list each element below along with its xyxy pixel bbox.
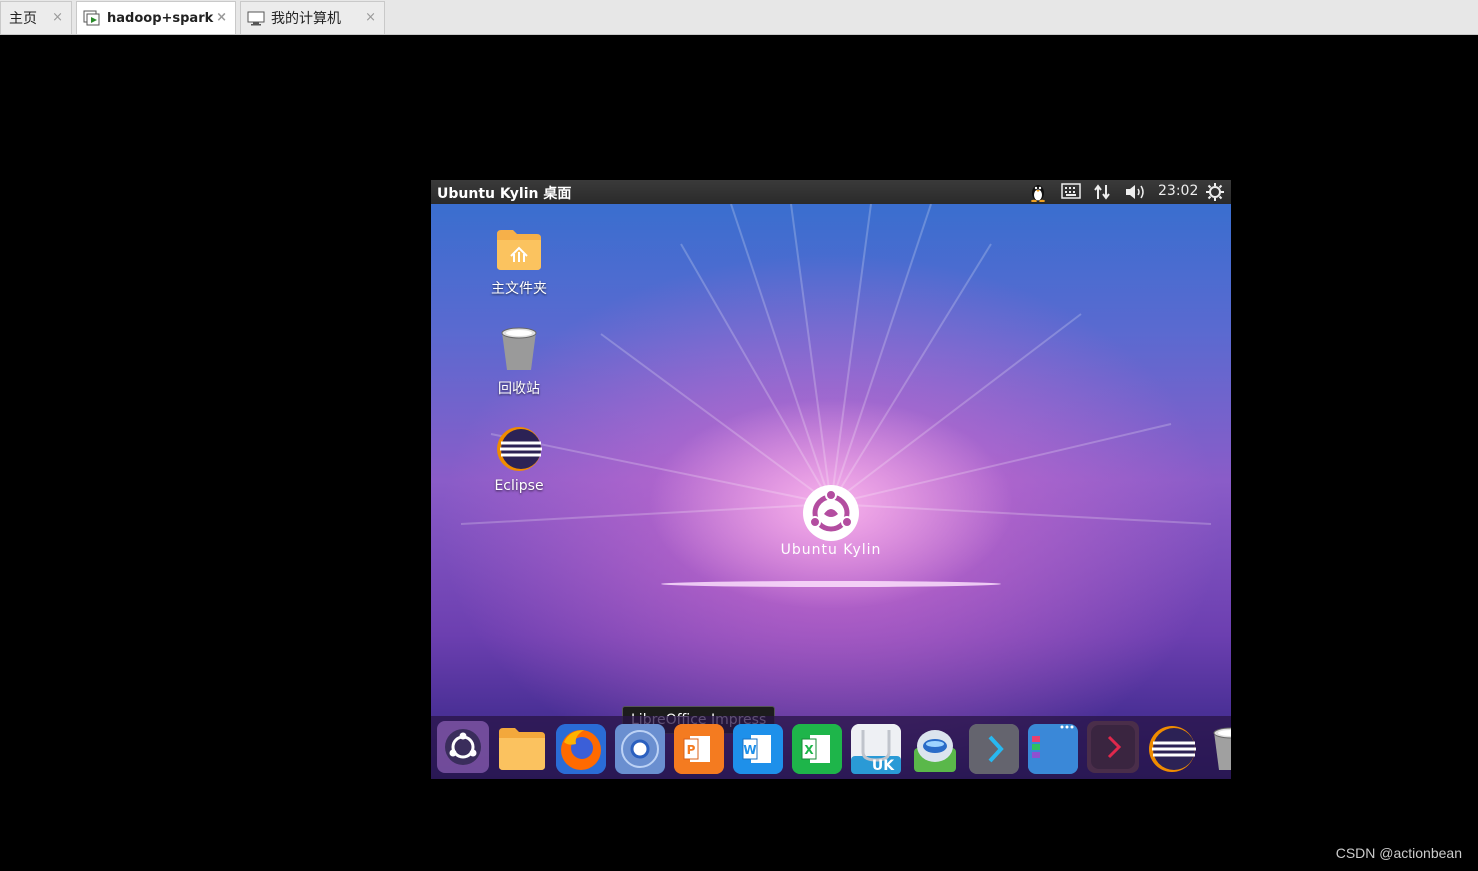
svg-text:X: X <box>804 743 814 757</box>
files-icon <box>499 728 545 770</box>
workspaces-icon <box>1028 725 1078 772</box>
dock-item-files[interactable] <box>497 724 547 774</box>
dock-item-eclipse[interactable] <box>1147 724 1197 774</box>
svg-text:W: W <box>743 743 756 757</box>
dock-item-firefox[interactable] <box>556 724 606 774</box>
svg-text:P: P <box>687 743 696 757</box>
dock-item-youker-assistant[interactable] <box>910 724 960 774</box>
guest-dock: P W X UK <box>431 716 1231 779</box>
dock-item-trash[interactable] <box>1206 724 1231 774</box>
firefox-icon <box>556 724 606 774</box>
clock[interactable]: 23:02 <box>1158 183 1198 199</box>
vm-display[interactable]: Ubuntu Kylin 桌面 23:02 主文件夹 回收站 Eclipse U… <box>431 180 1231 779</box>
dock-item-browser[interactable] <box>615 724 665 774</box>
next-arrow-icon <box>969 724 1019 774</box>
tab-hadoop-spark[interactable]: hadoop+spark × <box>76 1 236 34</box>
desktop-icon-trash-label: 回收站 <box>498 381 540 397</box>
watermark: CSDN @actionbean <box>1335 845 1462 861</box>
guest-desktop[interactable]: 主文件夹 回收站 Eclipse Ubuntu Kylin LibreOffic… <box>431 204 1231 779</box>
eclipse-icon <box>1149 726 1196 772</box>
dock-item-writer[interactable]: W <box>733 724 783 774</box>
host-tab-bar: 主页 × hadoop+spark × 我的计算机 × <box>0 0 1478 35</box>
desktop-icon-home-folder[interactable]: 主文件夹 <box>464 226 574 298</box>
tab-my-computer[interactable]: 我的计算机 × <box>240 1 385 34</box>
home-folder-icon <box>497 230 541 270</box>
tab-home[interactable]: 主页 × <box>0 1 72 34</box>
desktop-icon-home-folder-label: 主文件夹 <box>491 281 547 297</box>
desktop-icon-eclipse-label: Eclipse <box>494 478 544 494</box>
trash-icon <box>501 327 537 370</box>
desktop-icon-trash[interactable]: 回收站 <box>464 326 574 398</box>
dock-item-impress[interactable]: P <box>674 724 724 774</box>
ubuntu-kylin-logo-text: Ubuntu Kylin <box>780 542 882 558</box>
eclipse-icon <box>497 427 542 471</box>
terminal-icon <box>1091 725 1135 769</box>
tab-hadoop-spark-label: hadoop+spark <box>107 10 214 26</box>
desktop-icon-eclipse[interactable]: Eclipse <box>464 426 574 494</box>
dock-item-workspaces[interactable] <box>1028 724 1078 774</box>
guest-window-title: Ubuntu Kylin 桌面 <box>437 186 572 202</box>
dock-item-calc[interactable]: X <box>792 724 842 774</box>
dock-item-launcher[interactable] <box>437 721 489 773</box>
network-icon[interactable] <box>1093 183 1111 205</box>
software-center-icon: UK <box>851 724 901 774</box>
keyboard-icon[interactable] <box>1061 183 1081 203</box>
dock-item-terminal[interactable] <box>1087 721 1139 773</box>
browser-icon <box>615 724 665 774</box>
libreoffice-calc-icon: X <box>792 724 842 774</box>
libreoffice-impress-icon: P <box>674 724 724 774</box>
tab-my-computer-label: 我的计算机 <box>271 11 341 27</box>
trash-icon <box>1213 727 1231 770</box>
tab-home-close-icon[interactable]: × <box>52 10 63 25</box>
computer-icon <box>247 10 265 26</box>
tab-hadoop-spark-close-icon[interactable]: × <box>216 10 227 25</box>
ubuntu-kylin-logo-icon <box>803 485 859 541</box>
dock-item-software-center[interactable]: UK <box>851 724 901 774</box>
kylin-penguin-icon[interactable] <box>1029 182 1047 206</box>
ubuntu-kylin-launcher-icon <box>445 729 481 765</box>
libreoffice-writer-icon: W <box>733 724 783 774</box>
tab-my-computer-close-icon[interactable]: × <box>365 10 376 25</box>
tab-home-label: 主页 <box>9 11 37 27</box>
volume-icon[interactable] <box>1124 183 1146 205</box>
power-settings-icon[interactable] <box>1206 183 1224 205</box>
dock-item-next[interactable] <box>969 724 1019 774</box>
svg-text:UK: UK <box>872 758 895 774</box>
vm-running-icon <box>83 10 101 26</box>
youker-assistant-icon <box>914 730 956 772</box>
guest-top-panel: Ubuntu Kylin 桌面 23:02 <box>431 180 1231 204</box>
